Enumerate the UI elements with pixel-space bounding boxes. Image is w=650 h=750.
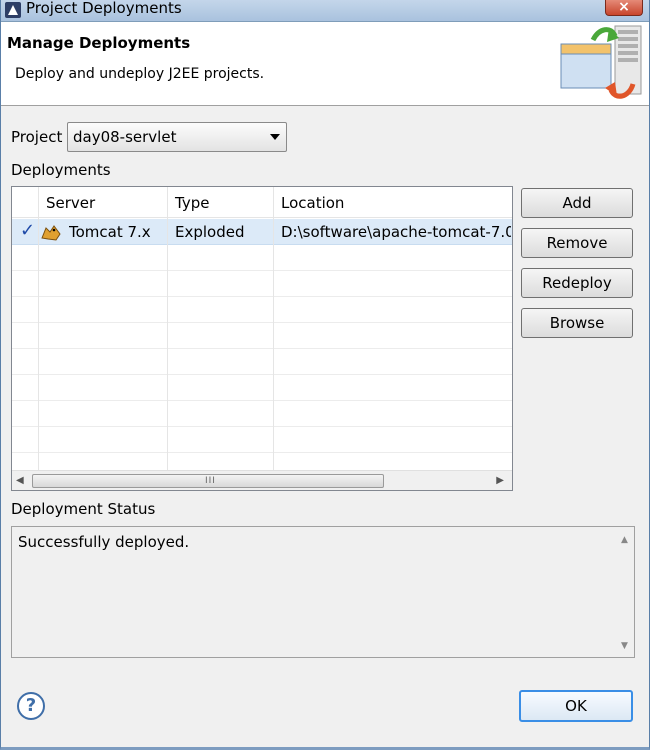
tomcat-icon [41, 225, 61, 241]
empty-row [12, 323, 512, 349]
column-divider [38, 187, 39, 470]
column-header-server[interactable]: Server [46, 194, 95, 212]
column-divider[interactable] [167, 187, 168, 470]
column-divider[interactable] [273, 187, 274, 470]
ok-button[interactable]: OK [519, 690, 633, 722]
column-header-type[interactable]: Type [175, 194, 209, 212]
window-title: Project Deployments [26, 0, 182, 17]
browse-button[interactable]: Browse [521, 308, 633, 338]
checkmark-icon: ✓ [20, 220, 36, 241]
add-button[interactable]: Add [521, 188, 633, 218]
cell-server: Tomcat 7.x [69, 223, 151, 241]
grip-icon: III [205, 476, 216, 486]
column-header-location[interactable]: Location [281, 194, 344, 212]
empty-row [12, 245, 512, 271]
vertical-scrollbar[interactable]: ▲ ▼ [616, 527, 634, 657]
empty-row [12, 401, 512, 427]
project-deployments-dialog: Project Deployments × Manage Deployments… [0, 0, 650, 750]
empty-row [12, 271, 512, 297]
remove-button[interactable]: Remove [521, 228, 633, 258]
cell-location: D:\software\apache-tomcat-7.0. [281, 223, 511, 241]
empty-row [12, 427, 512, 453]
table-row[interactable]: ✓ Tomcat 7.x Exploded D:\software\apache… [12, 219, 512, 245]
deployments-label: Deployments [11, 161, 111, 179]
cell-type: Exploded [175, 223, 245, 241]
deployment-status-box: Successfully deployed. ▲ ▼ [11, 526, 635, 658]
table-header: Server Type Location [12, 187, 512, 218]
scroll-right-icon[interactable]: ▶ [496, 475, 504, 486]
scroll-left-icon[interactable]: ◀ [16, 475, 24, 486]
scrollbar-thumb[interactable]: III [32, 474, 384, 488]
title-bar[interactable]: Project Deployments × [1, 0, 649, 22]
deployment-status-label: Deployment Status [11, 500, 156, 518]
chevron-down-icon[interactable] [270, 134, 280, 140]
horizontal-scrollbar[interactable]: ◀ III ▶ [12, 470, 512, 490]
empty-row [12, 375, 512, 401]
help-button[interactable]: ? [17, 692, 45, 720]
status-message: Successfully deployed. [18, 533, 190, 551]
banner-title: Manage Deployments [7, 34, 191, 52]
project-label: Project [11, 128, 63, 146]
deployments-table[interactable]: Server Type Location ✓ Tomcat 7.x Explod… [11, 186, 513, 491]
deploy-wizard-icon [560, 25, 642, 99]
empty-row [12, 297, 512, 323]
scroll-down-icon[interactable]: ▼ [621, 641, 628, 651]
project-dropdown-value: day08-servlet [73, 128, 177, 146]
empty-row [12, 349, 512, 375]
scroll-up-icon[interactable]: ▲ [621, 535, 628, 545]
banner-description: Deploy and undeploy J2EE projects. [15, 66, 265, 82]
eclipse-app-icon [5, 2, 21, 18]
project-dropdown[interactable]: day08-servlet [67, 122, 287, 152]
close-button[interactable]: × [605, 0, 643, 16]
redeploy-button[interactable]: Redeploy [521, 268, 633, 298]
header-banner: Manage Deployments Deploy and undeploy J… [1, 22, 649, 106]
